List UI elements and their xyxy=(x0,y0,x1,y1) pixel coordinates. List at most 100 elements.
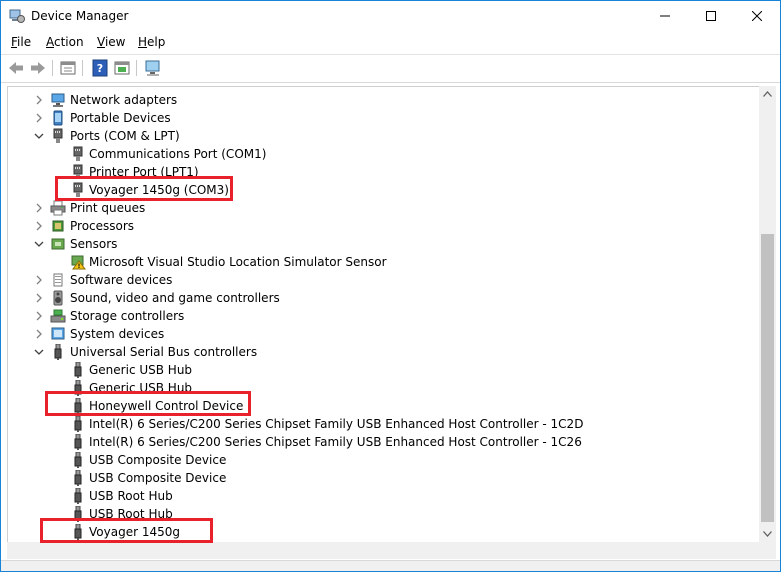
tree-category-row[interactable]: Network adapters xyxy=(8,91,760,109)
tree-item-label[interactable]: USB Composite Device xyxy=(89,471,226,485)
tree-item-label[interactable]: Software devices xyxy=(70,273,172,287)
processor-icon xyxy=(50,218,66,234)
menu-file[interactable]: File xyxy=(11,35,31,49)
sensor-icon xyxy=(50,236,66,252)
tree-item-label[interactable]: Network adapters xyxy=(70,93,177,107)
tree-item-label[interactable]: Ports (COM & LPT) xyxy=(70,129,180,143)
tree-item-label[interactable]: USB Root Hub xyxy=(89,489,173,503)
tree-device-row[interactable]: USB Composite Device xyxy=(8,451,760,469)
tree-item-label[interactable]: Print queues xyxy=(70,201,145,215)
collapsed-chevron-icon[interactable] xyxy=(34,112,44,124)
menu-view[interactable]: View xyxy=(97,35,125,49)
tree-device-row[interactable]: USB Composite Device xyxy=(8,469,760,487)
close-button[interactable] xyxy=(734,1,780,31)
software-device-icon xyxy=(50,272,66,288)
speaker-icon xyxy=(50,290,66,306)
tree-item-label[interactable]: Intel(R) 6 Series/C200 Series Chipset Fa… xyxy=(89,435,582,449)
tree-device-row[interactable]: Intel(R) 6 Series/C200 Series Chipset Fa… xyxy=(8,433,760,451)
collapsed-chevron-icon[interactable] xyxy=(34,220,44,232)
update-driver-icon xyxy=(114,61,130,75)
vertical-scroll-thumb[interactable] xyxy=(761,234,774,522)
scroll-down-arrow-icon[interactable] xyxy=(763,531,772,537)
toolbar-separator xyxy=(52,60,53,76)
tree-item-label[interactable]: Storage controllers xyxy=(70,309,184,323)
usb-icon xyxy=(70,433,86,450)
horizontal-scrollbar[interactable] xyxy=(7,542,776,559)
minimize-icon xyxy=(660,15,670,17)
expanded-chevron-icon[interactable] xyxy=(34,238,44,250)
toolbar: ? xyxy=(1,54,780,83)
maximize-icon xyxy=(706,11,716,21)
collapsed-chevron-icon[interactable] xyxy=(34,328,44,340)
usb-icon xyxy=(50,343,66,360)
menu-action[interactable]: Action xyxy=(46,35,84,49)
collapsed-chevron-icon[interactable] xyxy=(34,292,44,304)
tree-item-label[interactable]: Microsoft Visual Studio Location Simulat… xyxy=(89,255,387,269)
scan-hardware-icon xyxy=(145,60,160,76)
highlight-box-voyager-com3 xyxy=(55,176,233,201)
menu-bar: File Action View Help xyxy=(1,31,780,53)
tree-item-label[interactable]: Generic USB Hub xyxy=(89,363,192,377)
tree-device-row[interactable]: Communications Port (COM1) xyxy=(8,145,760,163)
portable-device-icon xyxy=(50,110,66,126)
tree-item-label[interactable]: System devices xyxy=(70,327,164,341)
usb-icon xyxy=(70,451,86,468)
tree-device-row[interactable]: USB Root Hub xyxy=(8,487,760,505)
collapsed-chevron-icon[interactable] xyxy=(34,202,44,214)
properties-icon xyxy=(60,61,76,75)
help-button[interactable]: ? xyxy=(91,59,109,77)
maximize-button[interactable] xyxy=(688,1,734,31)
minimize-button[interactable] xyxy=(642,1,688,31)
tree-item-label[interactable]: Intel(R) 6 Series/C200 Series Chipset Fa… xyxy=(89,417,583,431)
vertical-scrollbar[interactable] xyxy=(759,86,776,542)
printer-icon xyxy=(50,200,66,216)
collapsed-chevron-icon[interactable] xyxy=(34,274,44,286)
system-device-icon xyxy=(50,326,66,342)
forward-button[interactable] xyxy=(29,59,47,77)
usb-icon xyxy=(70,361,86,378)
port-icon xyxy=(70,146,86,162)
tree-category-row[interactable]: Portable Devices xyxy=(8,109,760,127)
collapsed-chevron-icon[interactable] xyxy=(34,94,44,106)
tree-category-row[interactable]: Sound, video and game controllers xyxy=(8,289,760,307)
collapsed-chevron-icon[interactable] xyxy=(34,310,44,322)
toolbar-separator xyxy=(136,60,137,76)
tree-category-row[interactable]: Print queues xyxy=(8,199,760,217)
tree-item-label[interactable]: USB Composite Device xyxy=(89,453,226,467)
tree-item-label[interactable]: Sensors xyxy=(70,237,117,251)
tree-item-label[interactable]: Universal Serial Bus controllers xyxy=(70,345,257,359)
update-driver-button[interactable] xyxy=(113,59,131,77)
device-manager-app-icon xyxy=(9,8,25,24)
menu-help[interactable]: Help xyxy=(138,35,165,49)
usb-icon xyxy=(70,415,86,432)
tree-category-row[interactable]: Ports (COM & LPT) xyxy=(8,127,760,145)
tree-category-row[interactable]: Processors xyxy=(8,217,760,235)
properties-button[interactable] xyxy=(59,59,77,77)
device-tree[interactable]: Network adapters Portable Devices Ports (C… xyxy=(7,86,761,544)
tree-category-row[interactable]: Sensors xyxy=(8,235,760,253)
back-button[interactable] xyxy=(7,59,25,77)
title-bar[interactable]: Device Manager xyxy=(1,1,780,31)
tree-category-row[interactable]: Storage controllers xyxy=(8,307,760,325)
network-adapter-icon xyxy=(50,92,66,108)
tree-category-row[interactable]: Software devices xyxy=(8,271,760,289)
tree-item-label[interactable]: Portable Devices xyxy=(70,111,171,125)
tree-device-row[interactable]: Intel(R) 6 Series/C200 Series Chipset Fa… xyxy=(8,415,760,433)
tree-device-row[interactable]: Generic USB Hub xyxy=(8,361,760,379)
tree-item-label[interactable]: Sound, video and game controllers xyxy=(70,291,280,305)
storage-icon xyxy=(50,308,66,324)
forward-icon xyxy=(31,62,45,74)
expanded-chevron-icon[interactable] xyxy=(34,130,44,142)
expanded-chevron-icon[interactable] xyxy=(34,346,44,358)
tree-category-row[interactable]: System devices xyxy=(8,325,760,343)
back-icon xyxy=(9,62,23,74)
warning-sensor-icon xyxy=(70,254,86,270)
window-title: Device Manager xyxy=(31,9,129,23)
scan-hardware-button[interactable] xyxy=(144,59,162,77)
tree-item-label[interactable]: Processors xyxy=(70,219,134,233)
tree-item-label[interactable]: Communications Port (COM1) xyxy=(89,147,266,161)
usb-icon xyxy=(70,469,86,486)
tree-device-row[interactable]: Microsoft Visual Studio Location Simulat… xyxy=(8,253,760,271)
scroll-up-arrow-icon[interactable] xyxy=(763,91,772,97)
tree-category-row[interactable]: Universal Serial Bus controllers xyxy=(8,343,760,361)
